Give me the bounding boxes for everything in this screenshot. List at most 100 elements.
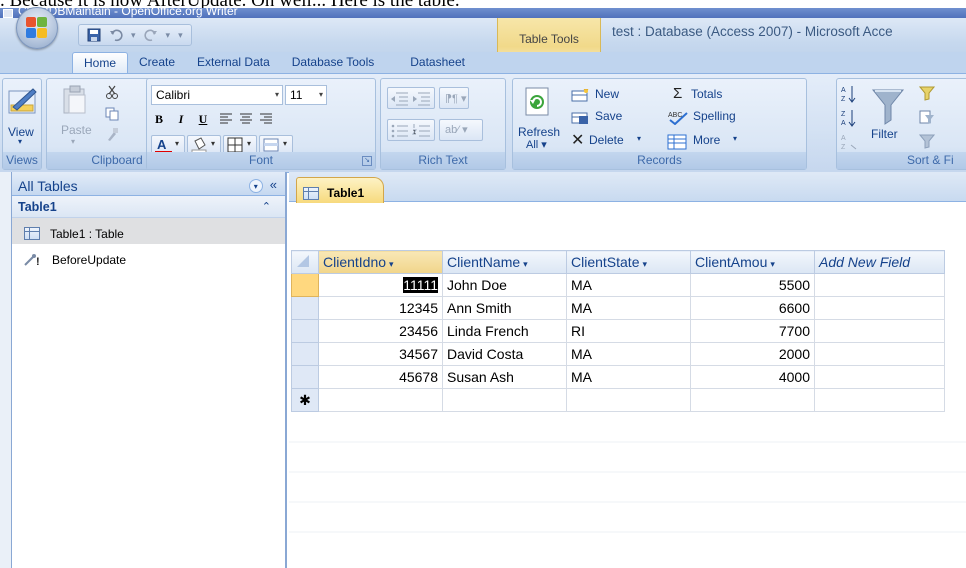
table-row[interactable]: 23456 Linda French RI 7700 xyxy=(291,319,945,343)
cell-clientstate[interactable]: MA xyxy=(566,273,691,297)
row-selector[interactable] xyxy=(291,342,319,366)
list-buttons[interactable] xyxy=(387,119,435,141)
advanced-filter-icon[interactable] xyxy=(919,109,935,128)
format-painter-icon[interactable] xyxy=(105,127,119,144)
cell-clientidno[interactable]: 12345 xyxy=(318,296,443,320)
column-dropdown-icon[interactable]: ▾ xyxy=(770,259,775,269)
customize-qat-icon[interactable]: ▾ xyxy=(178,30,183,41)
column-dropdown-icon[interactable]: ▾ xyxy=(642,259,647,269)
cell-new-field[interactable] xyxy=(814,319,945,343)
font-size-combo[interactable]: 11 ▾ xyxy=(285,85,327,105)
redo-icon[interactable] xyxy=(143,28,158,42)
paragraph-direction-button[interactable]: ⁋¶ ▾ xyxy=(439,87,469,109)
nav-menu-dropdown-icon[interactable]: ▾ xyxy=(248,179,263,193)
cell-clientidno[interactable]: 23456 xyxy=(318,319,443,343)
column-header-clientname[interactable]: ClientName ▾ xyxy=(442,250,567,274)
align-center-icon[interactable] xyxy=(239,112,253,129)
column-header-clientidno[interactable]: ClientIdno ▾ xyxy=(318,250,443,274)
cell-clientstate[interactable]: MA xyxy=(566,296,691,320)
spelling-button[interactable]: ABC Spelling xyxy=(667,109,767,127)
totals-button[interactable]: Σ Totals xyxy=(673,85,763,105)
tab-home[interactable]: Home xyxy=(72,52,129,74)
align-right-icon[interactable] xyxy=(259,112,273,129)
row-selector[interactable] xyxy=(291,273,319,297)
column-dropdown-icon[interactable]: ▾ xyxy=(523,259,528,269)
cell-new-field[interactable] xyxy=(814,342,945,366)
new-record-row[interactable]: ✱ xyxy=(291,388,945,412)
cell-clientname[interactable]: Susan Ash xyxy=(442,365,567,389)
refresh-all-button[interactable]: Refresh All ▾ xyxy=(515,81,561,153)
undo-dropdown-icon[interactable]: ▾ xyxy=(131,30,136,41)
row-selector[interactable] xyxy=(291,319,319,343)
cell-new-field[interactable] xyxy=(814,365,945,389)
table-row[interactable]: 11111 John Doe MA 5500 xyxy=(291,273,945,297)
sort-descending-icon[interactable]: ZA xyxy=(841,109,857,130)
cell-clientname[interactable] xyxy=(442,388,567,412)
tab-create[interactable]: Create xyxy=(128,52,186,74)
new-record-button[interactable]: New xyxy=(571,87,641,105)
indent-buttons[interactable] xyxy=(387,87,435,109)
cell-clientamount[interactable]: 5500 xyxy=(690,273,815,297)
nav-item-table1[interactable]: Table1 : Table xyxy=(12,218,285,244)
tab-datasheet[interactable]: Datasheet xyxy=(399,52,476,74)
cell-clientname[interactable]: John Doe xyxy=(442,273,567,297)
paste-button[interactable]: Paste ▾ xyxy=(55,81,92,151)
cell-new-field[interactable] xyxy=(814,388,945,412)
bold-button[interactable]: B xyxy=(149,109,169,129)
cell-clientidno[interactable]: 34567 xyxy=(318,342,443,366)
table-row[interactable]: 45678 Susan Ash MA 4000 xyxy=(291,365,945,389)
save-record-button[interactable]: Save xyxy=(571,109,641,127)
filter-button[interactable]: Filter xyxy=(865,83,913,153)
tab-database-tools[interactable]: Database Tools xyxy=(281,52,386,74)
cell-clientidno[interactable]: 45678 xyxy=(318,365,443,389)
cell-clientidno[interactable] xyxy=(318,388,443,412)
row-selector[interactable] xyxy=(291,296,319,320)
nav-group-table1[interactable]: Table1 ⌃ xyxy=(12,196,285,218)
redo-dropdown-icon[interactable]: ▾ xyxy=(166,30,171,41)
selection-filter-icon[interactable] xyxy=(918,85,936,104)
column-dropdown-icon[interactable]: ▾ xyxy=(389,259,394,269)
delete-record-button[interactable]: ✕ Delete ▾ xyxy=(571,132,661,151)
cell-new-field[interactable] xyxy=(814,273,945,297)
cut-icon[interactable] xyxy=(105,85,119,102)
cell-clientstate[interactable]: MA xyxy=(566,365,691,389)
cell-clientname[interactable]: Ann Smith xyxy=(442,296,567,320)
cell-clientstate[interactable] xyxy=(566,388,691,412)
clear-sort-icon[interactable]: AZ xyxy=(841,133,857,154)
cell-clientstate[interactable]: RI xyxy=(566,319,691,343)
more-button[interactable]: More ▾ xyxy=(667,133,757,151)
undo-icon[interactable] xyxy=(109,28,123,42)
cell-clientname[interactable]: Linda French xyxy=(442,319,567,343)
column-header-clientamount[interactable]: ClientAmou ▾ xyxy=(690,250,815,274)
align-left-icon[interactable] xyxy=(219,112,233,129)
underline-button[interactable]: U xyxy=(193,109,213,129)
cell-clientamount[interactable] xyxy=(690,388,815,412)
cell-clientamount[interactable]: 6600 xyxy=(690,296,815,320)
document-tab-table1[interactable]: Table1 xyxy=(296,177,384,203)
sort-ascending-icon[interactable]: AZ xyxy=(841,85,857,106)
nav-pane-header[interactable]: All Tables ▾ « xyxy=(12,172,285,196)
table-row[interactable]: 34567 David Costa MA 2000 xyxy=(291,342,945,366)
cell-clientamount[interactable]: 7700 xyxy=(690,319,815,343)
view-button[interactable]: View ▾ xyxy=(3,79,41,151)
cell-clientidno[interactable]: 11111 xyxy=(318,273,443,297)
cell-clientname[interactable]: David Costa xyxy=(442,342,567,366)
row-selector[interactable] xyxy=(291,365,319,389)
tab-external-data[interactable]: External Data xyxy=(186,52,281,74)
collapse-group-icon[interactable]: ⌃ xyxy=(262,200,271,213)
cell-clientamount[interactable]: 4000 xyxy=(690,365,815,389)
cell-clientamount[interactable]: 2000 xyxy=(690,342,815,366)
toggle-filter-icon[interactable] xyxy=(918,133,936,152)
shutter-bar-close-icon[interactable]: « xyxy=(270,177,277,192)
font-name-combo[interactable]: Calibri ▾ xyxy=(151,85,283,105)
highlight-button[interactable]: ab⁄ ▾ xyxy=(439,119,483,141)
cell-new-field[interactable] xyxy=(814,296,945,320)
column-header-clientstate[interactable]: ClientState ▾ xyxy=(566,250,691,274)
font-launcher-icon[interactable]: ↘ xyxy=(362,156,372,166)
italic-button[interactable]: I xyxy=(171,109,191,129)
save-icon[interactable] xyxy=(87,28,101,42)
select-all-corner[interactable] xyxy=(291,250,319,274)
cell-clientstate[interactable]: MA xyxy=(566,342,691,366)
nav-item-beforeupdate[interactable]: ! BeforeUpdate xyxy=(12,244,285,270)
office-button[interactable] xyxy=(16,7,58,49)
